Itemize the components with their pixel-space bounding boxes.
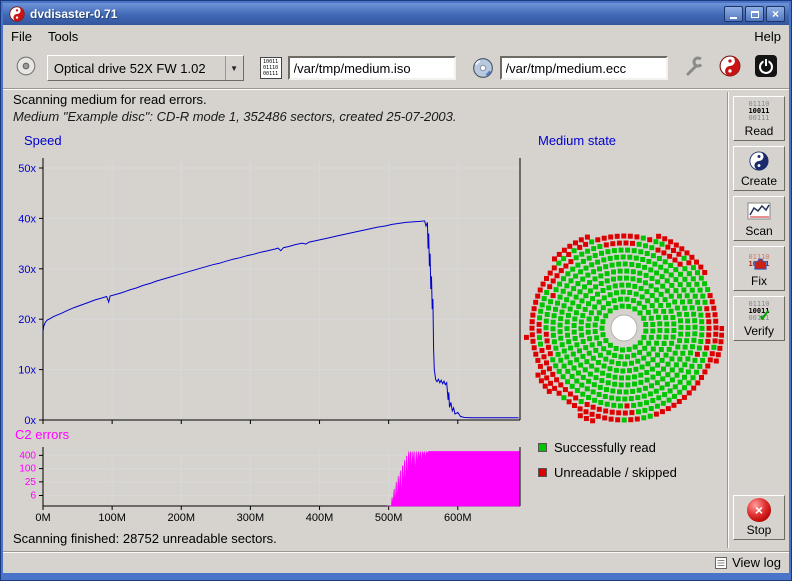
wrench-icon	[683, 55, 705, 82]
window-title: dvdisaster-0.71	[30, 7, 724, 21]
binary-row: 00111	[748, 115, 769, 122]
verify-button[interactable]: 01110 10011 00111 ✓ Verify	[733, 296, 785, 341]
preferences-button[interactable]	[680, 53, 710, 83]
iso-icon-row: 00111	[263, 71, 278, 77]
fix-button-label: Fix	[751, 274, 767, 288]
graph-icon	[747, 199, 771, 223]
toolbar-separator	[3, 88, 789, 90]
legend-swatch-red	[538, 468, 547, 477]
read-button-label: Read	[745, 124, 774, 138]
chevron-down-icon: ▼	[230, 64, 238, 73]
legend-swatch-green	[538, 443, 547, 452]
scan-button-label: Scan	[745, 224, 772, 238]
svg-text:300M: 300M	[237, 512, 265, 524]
window-frame: dvdisaster-0.71 × File Tools Help	[3, 3, 789, 573]
svg-text:500M: 500M	[375, 512, 403, 524]
svg-text:100: 100	[19, 464, 36, 475]
read-button[interactable]: 01110 10011 00111 Read	[733, 96, 785, 141]
toolbar: Optical drive 52X FW 1.02 ▼ 10011 01110 …	[3, 48, 789, 88]
dvdisaster-logo-button[interactable]	[715, 53, 745, 83]
view-log-button[interactable]: View log	[715, 555, 781, 570]
menu-file[interactable]: File	[3, 25, 40, 48]
fix-button[interactable]: 01110 10011 Fix	[733, 246, 785, 291]
stop-button-label: Stop	[747, 523, 772, 537]
drive-icon	[15, 55, 37, 82]
svg-text:0M: 0M	[35, 512, 50, 524]
binary-read-icon: 01110 10011 00111	[748, 99, 769, 123]
minimize-icon	[730, 17, 737, 19]
legend-item-read: Successfully read	[538, 440, 656, 455]
svg-text:20x: 20x	[18, 314, 36, 326]
stop-button[interactable]: × Stop	[733, 495, 785, 540]
verify-check-icon: 01110 10011 00111 ✓	[748, 299, 769, 323]
stop-x-glyph: ×	[755, 498, 763, 522]
titlebar[interactable]: dvdisaster-0.71 ×	[3, 3, 789, 25]
puzzle-fix-icon: 01110 10011	[748, 249, 769, 273]
ecc-path-input[interactable]	[500, 56, 668, 80]
minimize-button[interactable]	[724, 6, 743, 22]
c2-errors-chart: 6 25 100 400 0M 100M 200M 300M 400M 500M 600M	[3, 443, 533, 528]
puzzle-icon	[753, 256, 768, 274]
maximize-icon	[751, 11, 759, 18]
quit-button[interactable]	[751, 53, 781, 83]
drive-select-dropdown[interactable]: ▼	[225, 56, 243, 80]
legend-item-unreadable: Unreadable / skipped	[538, 465, 677, 480]
svg-text:600M: 600M	[444, 512, 472, 524]
svg-text:50x: 50x	[18, 163, 36, 175]
stop-icon: ×	[747, 498, 771, 522]
svg-text:40x: 40x	[18, 213, 36, 225]
svg-text:200M: 200M	[167, 512, 195, 524]
speed-chart: 0x 10x 20x 30x 40x 50x	[3, 150, 533, 428]
svg-text:10x: 10x	[18, 365, 36, 377]
svg-text:400: 400	[19, 450, 36, 461]
svg-text:400M: 400M	[306, 512, 334, 524]
create-button-label: Create	[741, 174, 777, 188]
menu-help[interactable]: Help	[746, 25, 789, 48]
svg-text:6: 6	[30, 490, 36, 501]
medium-state-title: Medium state	[538, 133, 616, 148]
svg-text:25: 25	[25, 477, 37, 488]
window-controls: ×	[724, 6, 785, 22]
menu-tools[interactable]: Tools	[40, 25, 86, 48]
svg-text:30x: 30x	[18, 264, 36, 276]
yin-yang-icon	[749, 149, 769, 173]
app-logo-icon	[9, 6, 25, 22]
svg-text:100M: 100M	[98, 512, 126, 524]
legend-label: Successfully read	[554, 440, 656, 455]
legend-label: Unreadable / skipped	[554, 465, 677, 480]
ecc-file-icon	[472, 57, 494, 79]
speed-chart-title: Speed	[24, 133, 62, 148]
close-button[interactable]: ×	[766, 6, 785, 22]
verify-button-label: Verify	[744, 324, 774, 338]
power-icon	[754, 54, 778, 83]
drive-button[interactable]	[11, 53, 41, 83]
statusbar: View log	[3, 551, 789, 573]
app-window: dvdisaster-0.71 × File Tools Help	[0, 0, 792, 581]
c2-errors-title: C2 errors	[15, 427, 69, 442]
iso-path-input[interactable]	[288, 56, 456, 80]
scan-button[interactable]: Scan	[733, 196, 785, 241]
drive-select[interactable]: Optical drive 52X FW 1.02 ▼	[47, 55, 244, 81]
drive-select-value: Optical drive 52X FW 1.02	[48, 61, 225, 76]
svg-text:0x: 0x	[24, 415, 36, 427]
checkmark-icon: ✓	[758, 306, 771, 326]
create-button[interactable]: Create	[733, 146, 785, 191]
sidebar-separator	[727, 92, 729, 548]
log-icon	[715, 557, 727, 569]
dvdisaster-logo-icon	[719, 55, 741, 82]
status-headline: Scanning medium for read errors.	[13, 92, 207, 107]
close-icon: ×	[772, 7, 779, 21]
view-log-label: View log	[732, 555, 781, 570]
maximize-button[interactable]	[745, 6, 764, 22]
scan-result-status: Scanning finished: 28752 unreadable sect…	[13, 531, 277, 546]
menubar: File Tools Help	[3, 25, 789, 48]
disc-visualization	[524, 228, 724, 428]
medium-info-line: Medium "Example disc": CD-R mode 1, 3524…	[13, 109, 457, 124]
iso-image-icon: 10011 01110 00111	[260, 57, 282, 79]
